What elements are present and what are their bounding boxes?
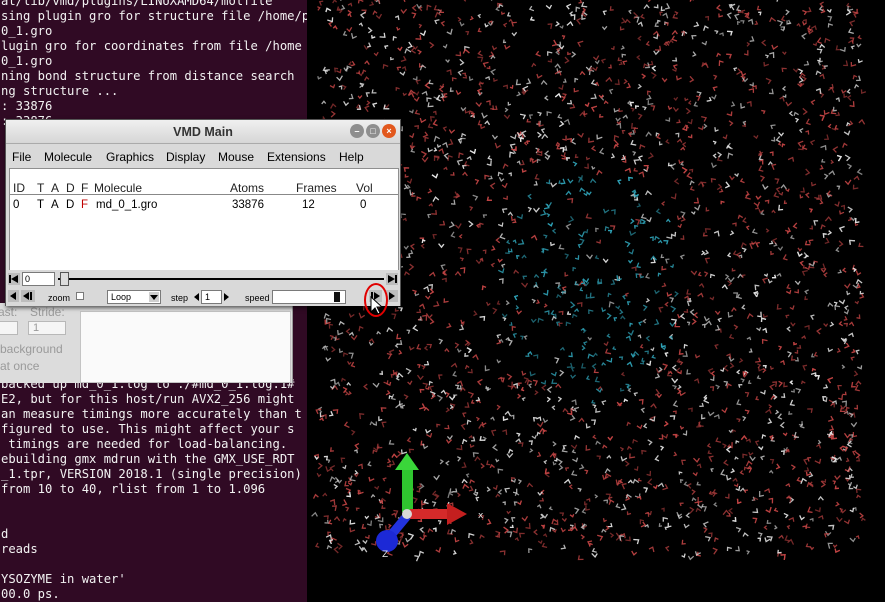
minimize-icon[interactable]: –	[350, 124, 364, 138]
menu-file[interactable]: File	[12, 150, 31, 164]
terminal-line: reads	[1, 542, 38, 556]
molecule-list-header: ID T A D F Molecule Atoms Frames Vol	[10, 169, 398, 195]
step-input[interactable]: 1	[201, 290, 222, 304]
column-atoms[interactable]: Atoms	[230, 181, 264, 195]
row-vol: 0	[360, 199, 367, 211]
stride-label: Stride:	[30, 305, 65, 319]
terminal-bottom-output: backed up md_0_1.log to ./#md_0_1.log.1#…	[1, 377, 302, 602]
stride-input[interactable]: 1	[28, 321, 66, 335]
column-molecule[interactable]: Molecule	[94, 181, 142, 195]
vmd-main-window[interactable]: VMD Main – □ × File Molecule Graphics Di…	[5, 119, 401, 317]
terminal-line: _1.tpr, VERSION 2018.1 (single precision…	[1, 467, 302, 481]
speed-slider-thumb[interactable]	[334, 292, 340, 302]
animation-controls: 0 zoom Loop step 1 speed	[6, 270, 400, 306]
row-top-toggle[interactable]: T	[37, 199, 44, 211]
row-active-toggle[interactable]: A	[51, 199, 59, 211]
step-decrease-icon[interactable]	[193, 290, 200, 304]
speed-slider[interactable]	[272, 290, 346, 304]
terminal-line: ning bond structure from distance search	[1, 69, 295, 83]
molecule-list[interactable]: ID T A D F Molecule Atoms Frames Vol 0 T…	[9, 168, 399, 284]
chevron-down-icon	[149, 292, 159, 302]
terminal-line: an measure timings more accurately than …	[1, 407, 302, 421]
play-reverse-icon[interactable]	[8, 290, 19, 302]
column-id[interactable]: ID	[13, 181, 25, 195]
row-frames: 12	[302, 199, 315, 211]
background-window: ast: Stride: 1 background at once	[0, 303, 293, 383]
row-id: 0	[13, 199, 20, 211]
menu-help[interactable]: Help	[339, 150, 364, 164]
terminal-line: 00.0 ps.	[1, 587, 60, 601]
terminal-line: lugin gro for coordinates from file /hom…	[1, 39, 302, 53]
load-all-at-once-label: at once	[0, 359, 40, 373]
menu-extensions[interactable]: Extensions	[267, 150, 326, 164]
mouse-cursor-icon	[370, 296, 384, 315]
frame-number-input[interactable]: 0	[22, 272, 55, 286]
load-background-label: background	[0, 342, 63, 356]
last-label: ast:	[0, 305, 18, 319]
step-back-icon[interactable]	[21, 290, 35, 302]
maximize-icon[interactable]: □	[366, 124, 380, 138]
column-drawn[interactable]: D	[66, 181, 75, 195]
terminal-line: d	[1, 527, 9, 541]
menu-molecule[interactable]: Molecule	[44, 150, 92, 164]
terminal-top-output: at/lib/vmd/plugins/LINUXAMD64/molfile sin…	[1, 0, 307, 129]
frame-slider-thumb[interactable]	[60, 272, 69, 286]
terminal-line: E2, but for this host/run AVX2_256 might	[1, 392, 295, 406]
column-fixed[interactable]: F	[81, 181, 88, 195]
terminal-line: timings are needed for load-balancing.	[1, 437, 288, 451]
row-molecule-name: md_0_1.gro	[96, 199, 158, 211]
window-title: VMD Main	[173, 125, 233, 139]
last-input[interactable]	[0, 321, 18, 335]
menu-mouse[interactable]: Mouse	[218, 150, 254, 164]
terminal-line: 0_1.gro	[1, 54, 53, 68]
loop-style-dropdown[interactable]: Loop	[107, 290, 161, 304]
close-icon[interactable]: ×	[382, 124, 396, 138]
first-frame-icon[interactable]	[8, 273, 20, 285]
terminal-line: figured to use. This might affect your s	[1, 422, 295, 436]
last-frame-icon[interactable]	[386, 273, 398, 285]
terminal-line: ng structure ...	[1, 84, 119, 98]
terminal-line: YSOZYME in water'	[1, 572, 126, 586]
terminal-line: : 33876	[1, 99, 53, 113]
column-top[interactable]: T	[37, 181, 44, 195]
row-atoms: 33876	[232, 199, 264, 211]
row-fixed-toggle[interactable]: F	[81, 199, 88, 211]
row-drawn-toggle[interactable]: D	[66, 199, 74, 211]
background-listbox[interactable]	[80, 311, 291, 383]
terminal-line: sing plugin gro for structure file /home…	[1, 9, 307, 23]
menu-bar: File Molecule Graphics Display Mouse Ext…	[6, 145, 400, 167]
column-frames[interactable]: Frames	[296, 181, 337, 195]
speed-label: speed	[245, 293, 270, 303]
terminal-line: from 10 to 40, rlist from 1 to 1.096	[1, 482, 266, 496]
menu-display[interactable]: Display	[166, 150, 205, 164]
terminal-line: 0_1.gro	[1, 24, 53, 38]
step-increase-icon[interactable]	[223, 290, 230, 304]
frame-slider[interactable]	[58, 272, 384, 286]
menu-graphics[interactable]: Graphics	[106, 150, 154, 164]
step-label: step	[171, 293, 189, 303]
terminal-line: ebuilding gmx mdrun with the GMX_USE_RDT	[1, 452, 295, 466]
vmd-main-titlebar[interactable]: VMD Main – □ ×	[6, 120, 400, 144]
zoom-label: zoom	[48, 293, 71, 303]
column-vol[interactable]: Vol	[356, 181, 373, 195]
zoom-checkbox[interactable]	[76, 292, 84, 300]
terminal-line: at/lib/vmd/plugins/LINUXAMD64/molfile	[1, 0, 273, 8]
column-active[interactable]: A	[51, 181, 59, 195]
loop-style-value: Loop	[111, 292, 132, 302]
